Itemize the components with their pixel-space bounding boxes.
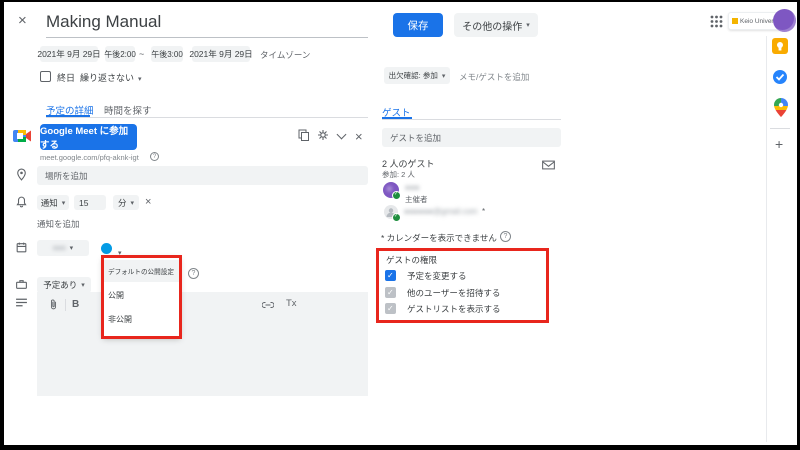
calendar-warning-help-icon[interactable] [500,231,511,242]
recurrence-dropdown[interactable]: 繰り返さない [80,71,142,84]
keep-icon[interactable] [772,38,788,54]
account-avatar[interactable] [773,9,796,32]
note-placeholder[interactable]: メモ/ゲストを追加 [459,71,529,83]
briefcase-icon [15,278,28,291]
calendar-event-editor: × Making Manual 保存 その他の操作 Keio Universit… [4,2,797,445]
guest-role: 主催者 [405,194,428,205]
permission-invite-checkbox[interactable] [385,287,396,298]
guest-avatar: ● [383,182,399,198]
attach-paperclip-icon[interactable] [48,298,59,311]
event-color-dot[interactable] [101,243,112,254]
google-meet-icon [13,129,31,143]
clear-formatting-button[interactable]: Tx [286,298,297,309]
guest-email-asterisk: * [482,207,485,216]
end-time-field[interactable]: 午後3:00 [151,46,183,62]
apps-grid-icon[interactable] [710,15,723,28]
calendar-warning: * カレンダーを表示できません [381,232,497,244]
guest-attending-count: 参加: 2 人 [382,169,415,180]
tabs-divider [46,117,368,118]
guest-avatar [384,205,398,219]
sidebar-divider [766,36,767,442]
bell-icon [15,195,28,209]
end-date-field[interactable]: 2021年 9月 29日 [192,46,250,62]
more-actions-button[interactable]: その他の操作 [454,13,538,37]
timezone-link[interactable]: タイムゾーン [260,49,310,61]
busy-status-dropdown[interactable]: 予定あり [37,277,91,293]
time-range-separator: ~ [139,49,144,59]
location-input[interactable]: 場所を追加 [37,166,368,185]
remove-meet-icon[interactable]: × [355,130,363,143]
settings-gear-icon[interactable] [317,129,329,141]
guest-accepted-icon [392,213,401,222]
guest-accepted-icon [392,191,401,200]
notification-type-dropdown[interactable]: 通知 [37,195,69,210]
guest-name-redacted: ●●● [405,183,420,192]
toolbar-separator [65,299,66,311]
close-icon[interactable]: × [18,14,27,27]
rsvp-dropdown[interactable]: 出欠確認: 参加 [384,67,450,84]
bold-button[interactable]: B [72,299,79,310]
meet-join-button[interactable]: Google Meet に参加する [40,124,137,150]
visibility-help-icon[interactable] [188,268,199,279]
add-notification-link[interactable]: 通知を追加 [37,218,80,230]
add-addon-icon[interactable]: + [775,136,783,152]
start-date-field[interactable]: 2021年 9月 29日 [40,46,98,62]
notification-unit-dropdown[interactable]: 分 [113,195,139,210]
start-time-field[interactable]: 午後2:00 [105,46,135,62]
org-logo-icon [732,18,738,24]
calendar-name-redacted: ●●● [53,245,66,252]
all-day-label: 終日 [57,71,75,84]
tab-find-time[interactable]: 時間を探す [104,103,152,117]
remove-notification-icon[interactable]: × [145,196,151,209]
description-box[interactable] [37,292,368,396]
location-pin-icon [15,167,28,182]
description-lines-icon [15,297,28,308]
screenshot-frame: × Making Manual 保存 その他の操作 Keio Universit… [0,0,800,450]
permission-see-guestlist-checkbox[interactable] [385,303,396,314]
permission-modify-label: 予定を変更する [407,270,467,282]
tasks-icon[interactable] [772,69,788,85]
annotation-redbox-visibility [101,255,182,339]
permission-invite-label: 他のユーザーを招待する [407,287,500,299]
notification-value-field[interactable]: 15 [74,195,106,210]
all-day-checkbox[interactable] [40,71,51,82]
add-guest-input[interactable]: ゲストを追加 [382,128,561,147]
calendar-select-dropdown[interactable]: ●●● [37,240,89,256]
email-guests-icon[interactable] [542,160,555,170]
page-title[interactable]: Making Manual [46,12,161,32]
maps-icon[interactable] [774,98,788,117]
guest-email-redacted: ●●●●●●@gmail.com [404,207,478,216]
meet-link-help-icon[interactable] [150,152,159,161]
permission-modify-checkbox[interactable] [385,270,396,281]
guests-divider [382,119,561,120]
save-button[interactable]: 保存 [393,13,443,37]
guest-permissions-title: ゲストの権限 [386,254,437,266]
sidebar-separator [770,128,790,129]
meet-options-chevron-icon[interactable] [337,130,347,140]
permission-see-guestlist-label: ゲストリストを表示する [407,303,501,315]
title-underline [46,37,368,38]
calendar-icon [15,241,28,254]
copy-icon[interactable] [298,129,309,141]
insert-link-icon[interactable] [262,301,274,309]
meet-link[interactable]: meet.google.com/pfq-aknk-igt [40,153,139,162]
